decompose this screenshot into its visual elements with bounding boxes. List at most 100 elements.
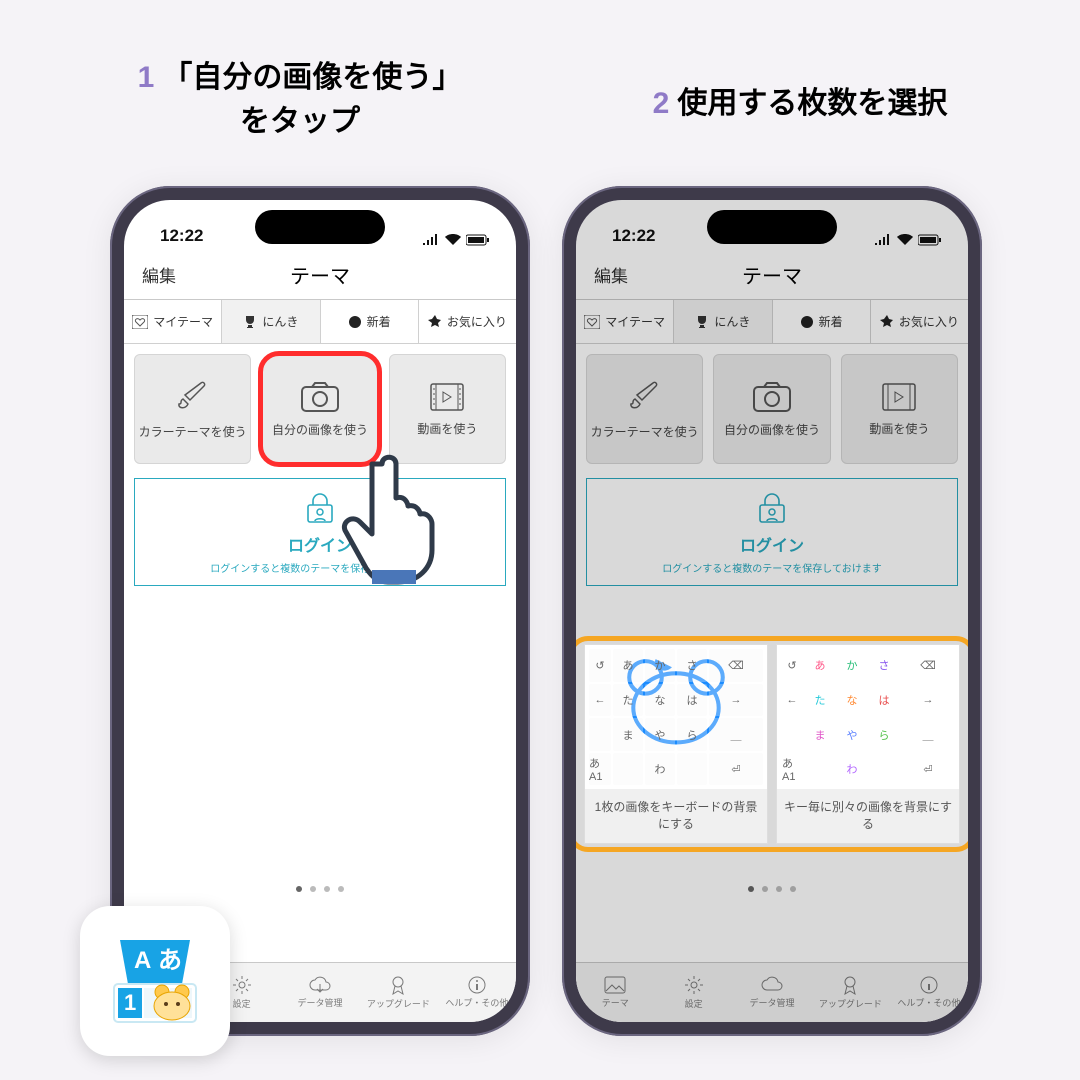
tab-upgrade[interactable]: アップグレード [811, 963, 889, 1022]
tab-help[interactable]: ヘルプ・その他 [890, 963, 968, 1022]
wifi-icon [897, 234, 913, 246]
tab-help-label: ヘルプ・その他 [445, 996, 508, 1009]
option-color-theme-label: カラーテーマを使う [591, 423, 699, 440]
tab-data[interactable]: データ管理 [281, 963, 359, 1022]
option-single-image-caption: 1枚の画像をキーボードの背景にする [585, 789, 767, 843]
lock-person-icon [758, 493, 786, 523]
tab-theme[interactable]: テーマ [576, 963, 654, 1022]
key-enter: ⏎ [901, 753, 955, 786]
option-color-theme[interactable]: カラーテーマを使う [586, 354, 703, 464]
tab-upgrade-label: アップグレード [367, 997, 430, 1010]
svg-text:あ: あ [158, 947, 182, 974]
key: さ [869, 649, 899, 682]
heart-outline-icon [584, 315, 600, 329]
key: な [645, 684, 675, 717]
key: や [837, 718, 867, 751]
option-video-label: 動画を使う [869, 420, 929, 437]
login-prompt[interactable]: ログイン ログインすると複数のテーマを保存しておけます [586, 478, 958, 586]
info-icon [468, 976, 486, 994]
key [677, 753, 707, 786]
key: さ [677, 649, 707, 682]
option-single-image[interactable]: ↺あかさ⌫ ←たなは→ まやら＿ あA1わ⏎ 1枚の画像をキーボードの背景にする [584, 644, 768, 844]
dynamic-island [707, 210, 837, 244]
key-undo: ↺ [781, 649, 803, 682]
key: ら [869, 718, 899, 751]
key: た [805, 684, 835, 717]
theme-tabs: マイテーマ にんき 新着 お気に入り [576, 300, 968, 344]
key: ら [677, 718, 707, 751]
tab-settings[interactable]: 設定 [654, 963, 732, 1022]
key: か [645, 649, 675, 682]
info-icon [920, 976, 938, 994]
brush-icon [627, 379, 663, 415]
dynamic-island [255, 210, 385, 244]
tab-help[interactable]: ヘルプ・その他 [438, 963, 516, 1022]
key-backspace: ⌫ [709, 649, 763, 682]
tab-data[interactable]: データ管理 [733, 963, 811, 1022]
nav-bar: 編集 テーマ [124, 250, 516, 300]
tab-favorite[interactable]: お気に入り [871, 300, 968, 343]
nav-bar: 編集 テーマ [576, 250, 968, 300]
medal-icon [389, 975, 407, 995]
trophy-icon [695, 315, 709, 329]
tab-help-label: ヘルプ・その他 [897, 996, 960, 1009]
tab-upgrade[interactable]: アップグレード [359, 963, 437, 1022]
battery-icon [466, 234, 490, 246]
key: か [837, 649, 867, 682]
tab-new-label: 新着 [367, 313, 391, 330]
picture-icon [604, 976, 626, 994]
tab-popular[interactable]: にんき [222, 300, 320, 343]
svg-text:1: 1 [124, 990, 136, 1015]
tab-new[interactable]: 新着 [321, 300, 419, 343]
wifi-icon [445, 234, 461, 246]
svg-text:A: A [134, 947, 151, 974]
new-badge-icon [348, 315, 362, 329]
key-left: ← [589, 684, 611, 717]
key [869, 753, 899, 786]
video-icon [881, 382, 917, 412]
option-color-theme[interactable]: カラーテーマを使う [134, 354, 251, 464]
key: は [677, 684, 707, 717]
option-per-key-image[interactable]: ↺ あ か さ ⌫ ← た な は → ま や ら ＿ [776, 644, 960, 844]
camera-icon [752, 381, 792, 413]
tab-mytheme[interactable]: マイテーマ [576, 300, 674, 343]
option-own-image[interactable]: 自分の画像を使う [713, 354, 830, 464]
key: わ [837, 753, 867, 786]
tab-favorite-label: お気に入り [899, 313, 959, 330]
tab-popular-label: にんき [262, 313, 298, 330]
tab-settings-label: 設定 [233, 997, 251, 1010]
app-icon: A あ 1 [80, 906, 230, 1056]
star-icon [880, 315, 894, 329]
tab-mytheme-label: マイテーマ [153, 313, 213, 330]
camera-icon [300, 381, 340, 413]
key: ＿ [901, 718, 955, 751]
new-badge-icon [800, 315, 814, 329]
option-video[interactable]: 動画を使う [841, 354, 958, 464]
medal-icon [841, 975, 859, 995]
tab-data-label: データ管理 [750, 996, 795, 1009]
star-icon [428, 315, 442, 329]
tab-theme-label: テーマ [602, 996, 629, 1009]
tab-mytheme-label: マイテーマ [605, 313, 665, 330]
key [613, 753, 643, 786]
page-dots [748, 886, 796, 892]
key: あ [613, 649, 643, 682]
edit-button[interactable]: 編集 [142, 262, 176, 287]
keyboard-preview-multi: ↺ あ か さ ⌫ ← た な は → ま や ら ＿ [777, 645, 959, 789]
tab-mytheme[interactable]: マイテーマ [124, 300, 222, 343]
step-text-1: 「自分の画像を使う」 をタップ [162, 61, 462, 138]
tab-favorite[interactable]: お気に入り [419, 300, 516, 343]
key-enter: ⏎ [709, 753, 763, 786]
edit-button[interactable]: 編集 [594, 262, 628, 287]
trophy-icon [243, 315, 257, 329]
key [781, 718, 803, 751]
option-color-theme-label: カラーテーマを使う [139, 423, 247, 440]
tab-new[interactable]: 新着 [773, 300, 871, 343]
key [589, 718, 611, 751]
tab-popular[interactable]: にんき [674, 300, 772, 343]
nav-title: テーマ [742, 260, 802, 289]
option-own-image-label: 自分の画像を使う [724, 421, 820, 438]
cellular-icon [874, 234, 892, 246]
phone-mock-right: 12:22 編集 テーマ マイテーマ にんき 新着 [562, 186, 982, 1036]
key-mode: あA1 [781, 753, 803, 786]
